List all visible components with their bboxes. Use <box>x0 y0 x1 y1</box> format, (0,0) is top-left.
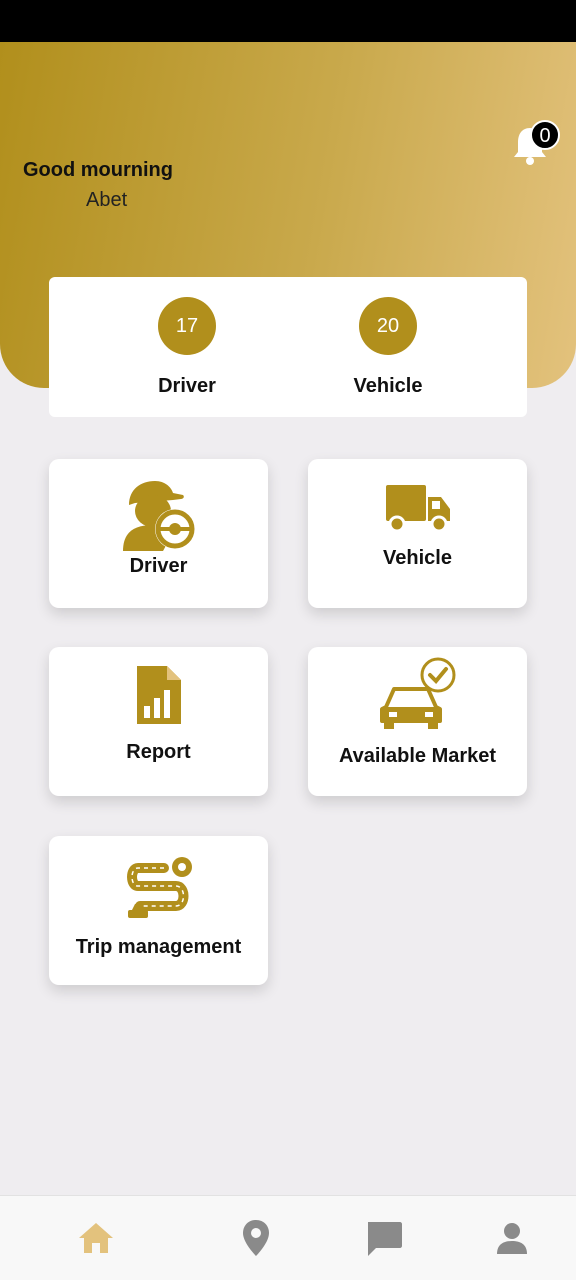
chat-icon[interactable] <box>364 1218 404 1258</box>
trip-management-card[interactable]: Trip management <box>49 836 268 985</box>
status-bar <box>0 0 576 42</box>
trip-management-label: Trip management <box>75 936 242 958</box>
truck-icon <box>385 485 450 533</box>
driver-icon <box>122 481 195 551</box>
report-label: Report <box>126 741 191 763</box>
user-name: Abet <box>86 189 128 211</box>
driver-count: 17 <box>158 297 216 355</box>
profile-icon[interactable] <box>492 1218 532 1258</box>
greeting-text: Good mourning <box>23 159 173 181</box>
report-card[interactable]: Report <box>49 647 268 796</box>
car-check-icon <box>379 657 455 729</box>
driver-label: Driver <box>129 555 188 577</box>
vehicle-card[interactable]: Vehicle <box>308 459 527 608</box>
vehicle-label: Vehicle <box>383 547 452 569</box>
route-icon <box>126 857 192 918</box>
notification-badge: 0 <box>530 120 560 150</box>
driver-card[interactable]: Driver <box>49 459 268 608</box>
report-icon <box>136 666 181 724</box>
driver-count-label: Driver <box>158 375 216 397</box>
available-market-label: Available Market <box>338 745 497 767</box>
stat-vehicle[interactable]: 20 Vehicle <box>318 297 458 398</box>
location-pin-icon[interactable] <box>236 1218 276 1258</box>
stats-card: 17 Driver 20 Vehicle <box>49 277 527 417</box>
home-icon[interactable] <box>76 1218 116 1258</box>
vehicle-count-label: Vehicle <box>353 375 423 397</box>
stat-driver[interactable]: 17 Driver <box>117 297 257 398</box>
vehicle-count: 20 <box>359 297 417 355</box>
available-market-card[interactable]: Available Market <box>308 647 527 796</box>
bottom-nav <box>0 1195 576 1280</box>
